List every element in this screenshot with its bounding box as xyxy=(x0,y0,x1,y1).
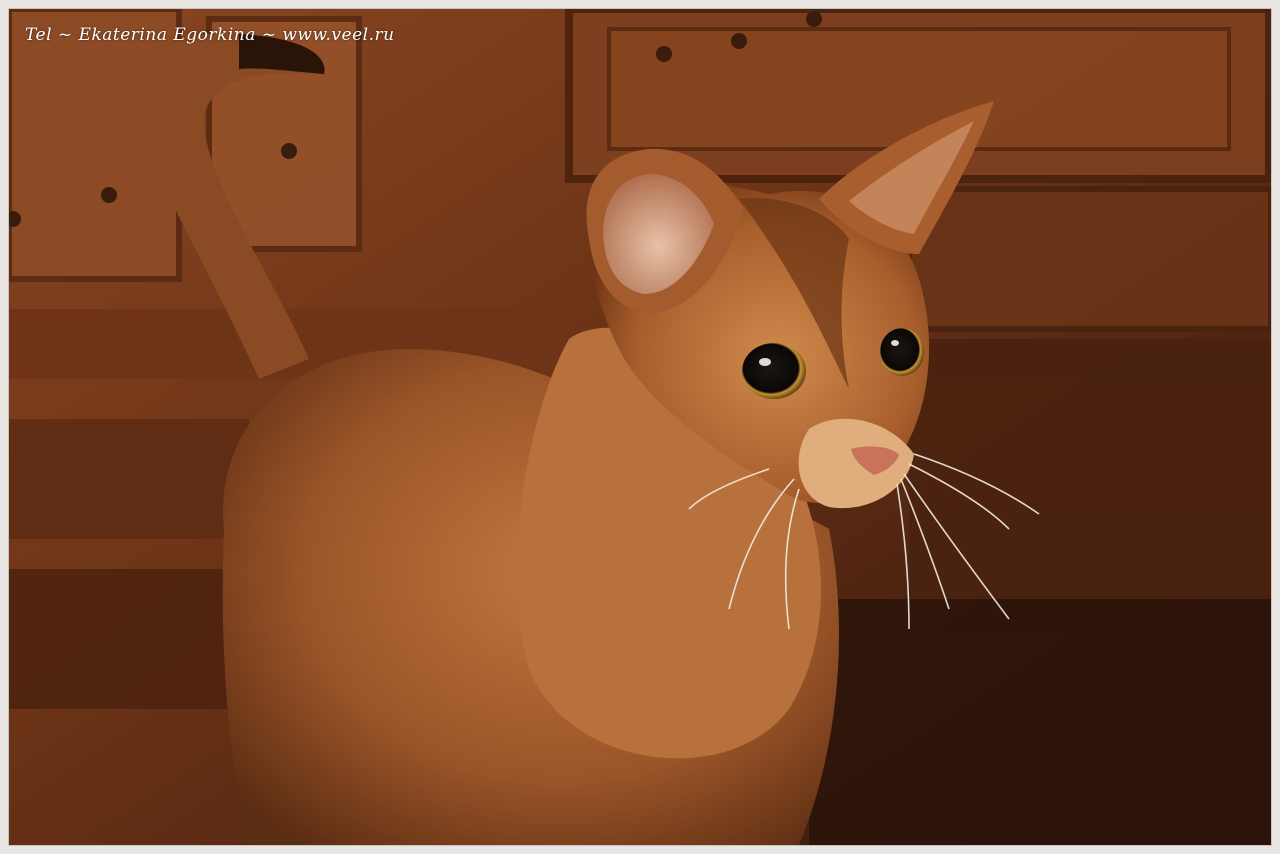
photo-canvas xyxy=(9,9,1271,845)
cat-eye-right xyxy=(880,328,924,376)
watermark: Tel ~ Ekaterina Egorkina ~ www.veel.ru xyxy=(25,25,395,45)
cat-eye-left xyxy=(742,343,806,399)
photo: Tel ~ Ekaterina Egorkina ~ www.veel.ru xyxy=(9,9,1271,845)
